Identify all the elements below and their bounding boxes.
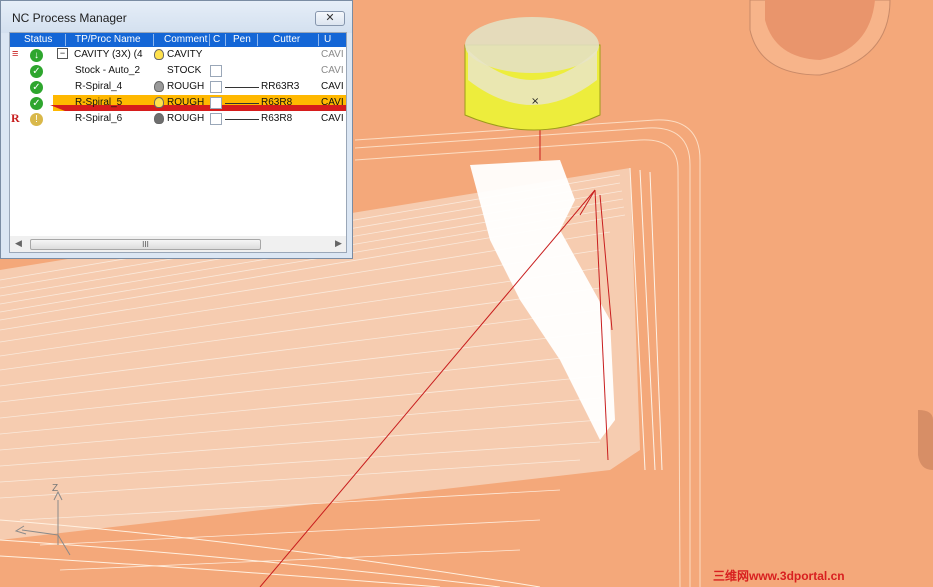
comment-bulb-icon — [154, 113, 164, 124]
row-cutter: R63R8 — [261, 113, 293, 124]
color-checkbox[interactable] — [210, 81, 222, 93]
nc-process-manager-window[interactable]: NC Process Manager ✕ Status TP/Proc Name… — [0, 0, 353, 259]
watermark: 三维网www.3dportal.cn — [713, 569, 845, 583]
tree-row-r-spiral-5[interactable]: ✓ R-Spiral_5 ROUGH R63R8 CAVI — [10, 95, 346, 111]
tree-row-stock[interactable]: ✓ Stock - Auto_2 STOCK CAVI — [10, 63, 346, 79]
horizontal-scrollbar[interactable]: ◀ III ▶ — [10, 236, 346, 252]
scroll-thumb[interactable]: III — [30, 239, 261, 250]
tree-row-r-spiral-4[interactable]: ✓ R-Spiral_4 ROUGH RR63R3 CAVI — [10, 79, 346, 95]
status-check-icon: ✓ — [30, 81, 43, 94]
pen-line — [225, 119, 259, 120]
row-u: CAVI — [321, 97, 344, 108]
row-u: CAVI — [321, 81, 344, 92]
col-status[interactable]: Status — [24, 34, 52, 45]
tree-row-cavity[interactable]: ≡ ↓ − CAVITY (3X) (4 CAVITY CAVI — [10, 47, 346, 63]
scroll-right-arrow-icon[interactable]: ▶ — [335, 238, 342, 249]
svg-text:×: × — [531, 96, 539, 107]
row-cutter: R63R8 — [261, 97, 293, 108]
comment-bulb-icon — [154, 97, 164, 108]
row-name: R-Spiral_6 — [75, 113, 123, 124]
row-cutter: RR63R3 — [261, 81, 300, 92]
tree-row-r-spiral-6[interactable]: R ! R-Spiral_6 ROUGH R63R8 CAVI — [10, 111, 346, 127]
pen-line — [225, 103, 259, 104]
column-header-row: Status TP/Proc Name Comment C Pen Cutter… — [10, 33, 346, 47]
col-comment[interactable]: Comment — [164, 34, 207, 45]
tool-holder: × — [464, 17, 601, 131]
comment-bulb-icon — [154, 81, 164, 92]
row-comment: STOCK — [167, 65, 202, 76]
status-check-icon: ✓ — [30, 97, 43, 110]
col-cutter[interactable]: Cutter — [273, 34, 300, 45]
row-name: CAVITY (3X) (4 — [74, 49, 143, 60]
row-comment: ROUGH — [167, 81, 205, 92]
row-name: R-Spiral_4 — [75, 81, 123, 92]
status-pending-icon: ! — [30, 113, 43, 126]
scroll-left-arrow-icon[interactable]: ◀ — [15, 238, 22, 249]
col-tp-proc-name[interactable]: TP/Proc Name — [75, 34, 141, 45]
row-name: Stock - Auto_2 — [75, 65, 141, 76]
status-check-icon: ✓ — [30, 65, 43, 78]
row-marker-icon: ≡ — [12, 48, 19, 60]
col-pen[interactable]: Pen — [233, 34, 251, 45]
row-u: CAVI — [321, 113, 344, 124]
window-titlebar[interactable]: NC Process Manager ✕ — [1, 1, 352, 33]
row-name: R-Spiral_5 — [75, 97, 123, 108]
row-marker-r: R — [11, 111, 20, 125]
triad-z-label: Z — [52, 483, 58, 494]
process-tree-panel: Status TP/Proc Name Comment C Pen Cutter… — [9, 32, 347, 253]
row-comment: ROUGH — [167, 113, 205, 124]
status-ok-icon: ↓ — [30, 49, 43, 62]
close-button[interactable]: ✕ — [315, 11, 345, 26]
row-u: CAVI — [321, 65, 344, 76]
comment-bulb-icon — [154, 49, 164, 60]
col-c[interactable]: C — [213, 34, 220, 45]
window-title: NC Process Manager — [12, 11, 127, 25]
col-u[interactable]: U — [324, 34, 331, 45]
color-checkbox[interactable] — [210, 65, 222, 77]
color-checkbox[interactable] — [210, 97, 222, 109]
row-comment: CAVITY — [167, 49, 203, 60]
pen-line — [225, 87, 259, 88]
row-comment: ROUGH — [167, 97, 205, 108]
row-u: CAVI — [321, 49, 344, 60]
tree-expand-toggle[interactable]: − — [57, 48, 68, 59]
color-checkbox[interactable] — [210, 113, 222, 125]
